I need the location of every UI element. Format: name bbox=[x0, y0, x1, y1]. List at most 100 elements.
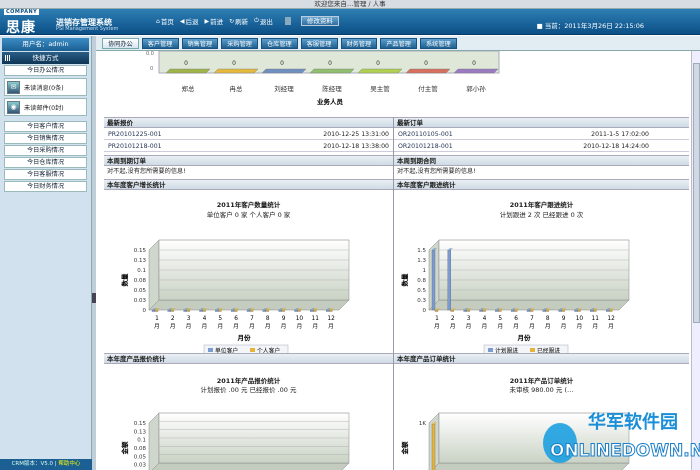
mail-icon: ◉ bbox=[7, 100, 20, 114]
nav-home[interactable]: ⌂ 首页 bbox=[156, 16, 174, 27]
sidebar-item-sales[interactable]: 今日销售情况 bbox=[4, 133, 87, 144]
quote-code[interactable]: PR20101218-001 bbox=[108, 141, 162, 152]
x-tick-label: 8 bbox=[546, 316, 550, 322]
sidebar-unread-messages[interactable]: ✉ 未读消息(0条) bbox=[4, 78, 87, 96]
tab-system[interactable]: 系统管理 bbox=[420, 37, 457, 49]
legend-swatch bbox=[208, 348, 213, 352]
x-tick-label: 7 bbox=[250, 316, 254, 322]
tab-purchase[interactable]: 采购管理 bbox=[221, 37, 258, 49]
y-axis-label: 金额 bbox=[120, 441, 129, 456]
app-header: COMPANY 思康 进销存管理系统 PSI Management System… bbox=[0, 9, 700, 36]
bar-计划跟进 bbox=[526, 309, 531, 312]
order-code[interactable]: OR20101218-001 bbox=[398, 141, 453, 152]
scrollbar-thumb[interactable] bbox=[693, 63, 700, 323]
order-row[interactable]: OR20101218-001 2010-12-18 14:24:00 bbox=[394, 141, 689, 152]
bar-计划跟进 bbox=[431, 249, 436, 311]
bar-单位客户 bbox=[231, 309, 235, 312]
sidebar-quick-header[interactable]: 快捷方式 bbox=[2, 52, 89, 64]
y-tick-label: 0.1 bbox=[137, 438, 146, 444]
x-tick-unit: 月 bbox=[529, 323, 535, 330]
onlinedown-watermark: 华军软件园 ONLINEDOWN.NET bbox=[543, 411, 700, 463]
prod-quote-svg: 00.030.050.080.10.130.15金额 bbox=[120, 412, 350, 470]
bar-单位客户 bbox=[183, 309, 187, 312]
bar-已经跟进 bbox=[577, 309, 581, 312]
bar-已经跟进 bbox=[529, 309, 534, 312]
x-tick-unit: 月 bbox=[434, 323, 440, 330]
quote-code[interactable]: PR20101225-001 bbox=[108, 129, 162, 140]
order-time: 2010-12-18 14:24:00 bbox=[583, 143, 649, 150]
edit-profile-button[interactable]: 修改资料 bbox=[300, 16, 339, 26]
salesperson-name-label: 刘经理 bbox=[274, 84, 294, 93]
sidebar-splitter[interactable] bbox=[92, 36, 96, 470]
quote-row[interactable]: PR20101225-001 2010-12-25 13:31:00 bbox=[104, 129, 393, 140]
sidebar-item-warehouse[interactable]: 今日仓库情况 bbox=[4, 157, 87, 168]
tab-product[interactable]: 产品管理 bbox=[380, 37, 417, 49]
order-code[interactable]: OR20110105-001 bbox=[398, 129, 453, 140]
salesperson-bar bbox=[165, 68, 211, 74]
nav-back[interactable]: ◀ 后退 bbox=[180, 16, 199, 27]
bar-个人客户 bbox=[202, 309, 206, 312]
x-tick-label: 11 bbox=[312, 316, 320, 322]
unread-mail-label: 未读邮件(0封) bbox=[24, 104, 64, 112]
tab-service[interactable]: 客服管理 bbox=[300, 37, 338, 49]
order-row[interactable]: OR20110105-001 2011-1-5 17:02:00 bbox=[394, 129, 689, 140]
tab-finance[interactable]: 财务管理 bbox=[340, 37, 378, 49]
current-datetime: ■ 当前：2011年3月26日 22:15:06 bbox=[536, 22, 644, 30]
sidebar-quick-label: 快捷方式 bbox=[32, 54, 59, 62]
x-tick-unit: 月 bbox=[545, 323, 551, 330]
salesperson-name-label: 陈经理 bbox=[322, 84, 342, 93]
collapse-arrow-icon[interactable] bbox=[92, 293, 96, 303]
x-tick-unit: 月 bbox=[170, 323, 176, 330]
y-tick-label: 0 bbox=[143, 308, 147, 314]
x-tick-unit: 月 bbox=[482, 323, 488, 330]
salesperson-value-label: 0 bbox=[424, 60, 428, 67]
salesperson-name-label: 付主管 bbox=[418, 84, 438, 93]
x-tick-unit: 月 bbox=[513, 323, 519, 330]
cust-follow-svg: 00.30.50.811.31.5数量1月2月3月4月5月6月7月8月9月10月… bbox=[400, 239, 630, 356]
help-center-link[interactable]: 帮助中心 bbox=[58, 461, 80, 467]
bar-计划跟进 bbox=[590, 309, 594, 312]
bar-已经跟进 bbox=[609, 309, 613, 312]
sidebar-item-service[interactable]: 今日客服情况 bbox=[4, 169, 87, 180]
cust-follow-chart: 2011年客户跟进统计 计划跟进 2 次 已经跟进 0 次 0 0.3 0.5 0.8… bbox=[394, 192, 689, 356]
salesperson-value-label: 0 bbox=[184, 60, 188, 67]
home-icon: ⌂ bbox=[156, 17, 160, 25]
salesperson-bar bbox=[261, 68, 307, 74]
top-nav: ⌂ 首页 ◀ 后退 ▶ 前进 ↻ 刷新 ⏻ 退出 修改资料 bbox=[156, 15, 339, 27]
sidebar-item-customers[interactable]: 今日客户情况 bbox=[4, 121, 87, 132]
chart-floor bbox=[151, 462, 350, 470]
bar-计划跟进 bbox=[463, 309, 467, 312]
week-due-contracts-note: 对不起,没有您所需要的信息! bbox=[397, 168, 476, 175]
sidebar-unread-mail[interactable]: ◉ 未读邮件(0封) bbox=[4, 98, 87, 116]
latest-order-header: 最新订单 bbox=[394, 117, 689, 128]
nav-refresh[interactable]: ↻ 刷新 bbox=[229, 16, 248, 27]
cust-growth-svg: 00.030.050.080.10.130.15数量1月2月3月4月5月6月7月… bbox=[120, 239, 350, 356]
nav-forward[interactable]: ▶ 前进 bbox=[204, 16, 223, 27]
nav-logout[interactable]: ⏻ 退出 bbox=[254, 16, 273, 26]
bar-单位客户 bbox=[215, 309, 219, 312]
chart-side-wall bbox=[148, 412, 160, 470]
bar-单位客户 bbox=[310, 309, 314, 312]
x-tick-label: 12 bbox=[607, 316, 615, 322]
y-tick-label: 0.05 bbox=[134, 454, 147, 460]
bar-已经跟进 bbox=[434, 309, 439, 312]
sidebar-footer: CRM版本：V5.0 | 帮助中心 bbox=[0, 459, 92, 470]
x-tick-label: 1 bbox=[435, 316, 439, 322]
logout-icon: ⏻ bbox=[254, 17, 259, 24]
sidebar-item-finance[interactable]: 今日财务情况 bbox=[4, 181, 87, 192]
x-tick-label: 8 bbox=[266, 316, 270, 322]
sidebar-item-purchase[interactable]: 今日采购情况 bbox=[4, 145, 87, 156]
bar-计划跟进 bbox=[495, 309, 499, 312]
tab-sales[interactable]: 销售管理 bbox=[181, 37, 219, 49]
sidebar-item-today-office[interactable]: 今日办公情况 bbox=[4, 65, 87, 76]
x-tick-label: 4 bbox=[483, 316, 487, 322]
tab-customer[interactable]: 客户管理 bbox=[141, 37, 179, 49]
x-tick-label: 12 bbox=[327, 316, 335, 322]
content-divider bbox=[393, 117, 394, 470]
tab-collab-office[interactable]: 协同办公 bbox=[102, 37, 139, 49]
salesperson-bar bbox=[357, 68, 403, 74]
tab-warehouse[interactable]: 仓库管理 bbox=[261, 37, 298, 49]
x-tick-unit: 月 bbox=[592, 323, 598, 330]
quote-row[interactable]: PR20101218-001 2010-12-18 13:38:00 bbox=[104, 141, 393, 152]
prod-order-header: 本年度产品订单统计 bbox=[394, 353, 689, 364]
